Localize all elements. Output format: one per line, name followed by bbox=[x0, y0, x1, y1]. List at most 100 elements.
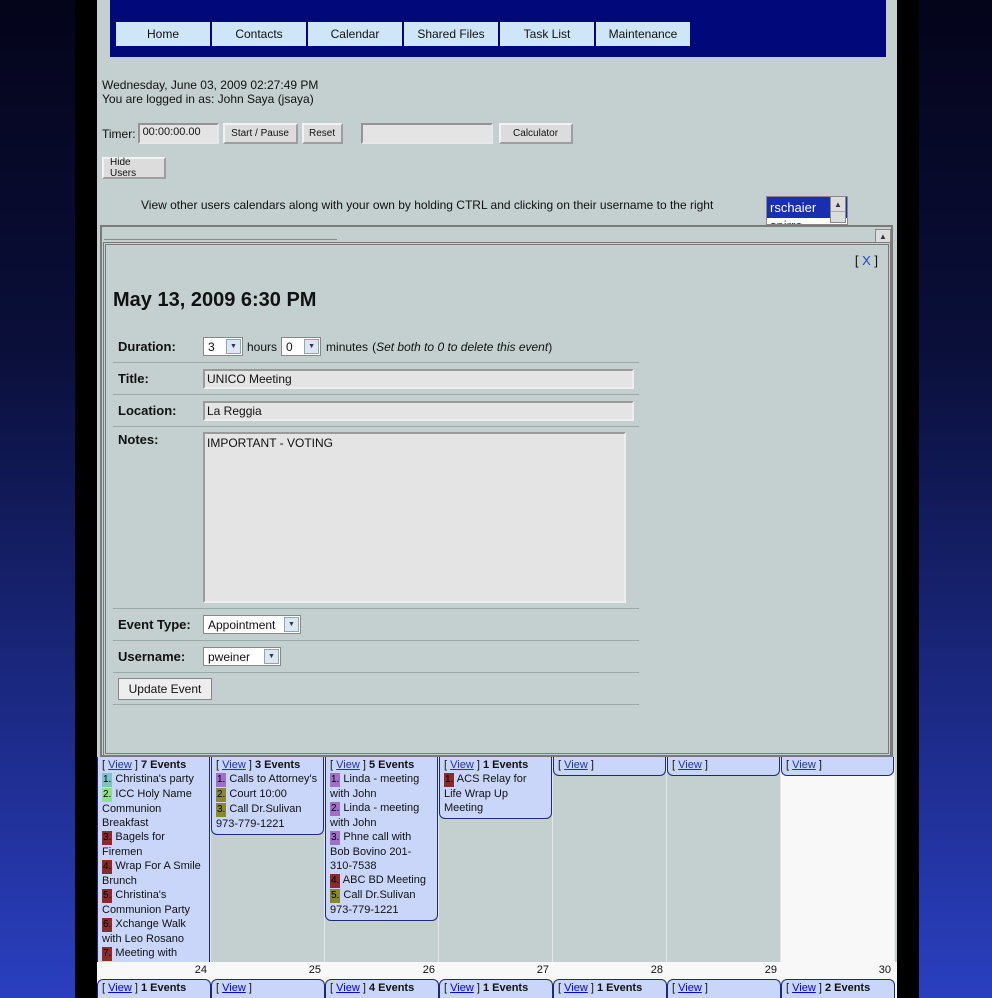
user-list-scrollbar[interactable]: ▲ bbox=[830, 196, 846, 223]
day-cell: [ View ] 7 Events 1. Christina's party 2… bbox=[97, 757, 211, 979]
list-item[interactable]: 5. Christina's Communion Party bbox=[102, 888, 205, 917]
scroll-up-icon[interactable]: ▲ bbox=[831, 197, 845, 212]
list-item[interactable]: 4. Wrap For A Smile Brunch bbox=[102, 859, 205, 888]
notes-label: Notes: bbox=[118, 432, 159, 447]
day-number: 28 bbox=[650, 964, 663, 976]
current-datetime: Wednesday, June 03, 2009 02:27:49 PM bbox=[102, 78, 319, 92]
view-day-link[interactable]: View bbox=[564, 759, 588, 771]
view-day-link[interactable]: View bbox=[564, 982, 588, 994]
nav-calendar[interactable]: Calendar bbox=[308, 22, 402, 46]
title-input[interactable]: UNICO Meeting bbox=[203, 368, 634, 389]
list-item[interactable]: 1. Christina's party bbox=[102, 772, 205, 787]
timer-field[interactable]: 00:00:00.00 bbox=[137, 123, 219, 144]
view-day-link[interactable]: View bbox=[336, 982, 360, 994]
minutes-select[interactable]: 0 ▼ bbox=[281, 337, 322, 356]
day-cell: [ View ] bbox=[553, 757, 667, 962]
day-events: [ View ] bbox=[781, 757, 894, 776]
event-count: 3 Events bbox=[254, 759, 301, 771]
event-count: 7 Events bbox=[140, 759, 187, 771]
nav-contacts[interactable]: Contacts bbox=[212, 22, 306, 46]
day-cell: [ View ] 3 Events 1. Calls to Attorney's… bbox=[211, 757, 325, 962]
start-pause-button[interactable]: Start / Pause bbox=[222, 123, 298, 144]
event-form: Duration: 3 ▼ hours 0 ▼ minutes (Set bot… bbox=[113, 331, 639, 705]
view-day-link[interactable]: View bbox=[450, 759, 474, 771]
list-item[interactable]: 3. Bagels for Firemen bbox=[102, 830, 205, 859]
list-item[interactable]: 2. ICC Holy Name Communion Breakfast bbox=[102, 787, 205, 830]
day-number: 27 bbox=[536, 964, 549, 976]
event-edit-panel: [ X ] May 13, 2009 6:30 PM Duration: 3 ▼… bbox=[103, 242, 891, 756]
list-item[interactable]: 1. ACS Relay for Life Wrap Up Meeting bbox=[444, 772, 547, 815]
chevron-down-icon: ▼ bbox=[264, 649, 279, 664]
day-events: [ View ] bbox=[667, 979, 781, 998]
view-others-instructions: View other users calendars along with yo… bbox=[141, 198, 714, 212]
hide-users-button[interactable]: Hide Users bbox=[102, 157, 166, 179]
view-day-link[interactable]: View bbox=[450, 982, 474, 994]
view-day-link[interactable]: View bbox=[678, 759, 702, 771]
list-item[interactable]: 5. Call Dr.Sulivan 973-779-1221 bbox=[330, 888, 433, 917]
event-type-select[interactable]: Appointment ▼ bbox=[203, 615, 301, 634]
list-item[interactable]: 1. Linda - meeting with John bbox=[330, 772, 433, 801]
day-number: 29 bbox=[764, 964, 777, 976]
nav-maintenance[interactable]: Maintenance bbox=[596, 22, 690, 46]
day-cell: [ View ] 5 Events 1. Linda - meeting wit… bbox=[325, 757, 439, 962]
view-day-link[interactable]: View bbox=[792, 759, 816, 771]
close-control: [ X ] bbox=[854, 253, 878, 268]
page-content: Home Contacts Calendar Shared Files Task… bbox=[97, 0, 897, 998]
duration-row: Duration: 3 ▼ hours 0 ▼ minutes (Set bot… bbox=[113, 331, 639, 363]
view-day-link[interactable]: View bbox=[108, 759, 132, 771]
list-item[interactable]: 6. Xchange Walk with Leo Rosano bbox=[102, 917, 205, 946]
day-events: [ View ] 1 Events 1. ACS Relay for Life … bbox=[439, 757, 552, 819]
day-events: [ View ] 4 Events bbox=[325, 979, 439, 998]
frame-scroll-up-icon[interactable]: ▲ bbox=[875, 229, 891, 243]
nav-home[interactable]: Home bbox=[116, 22, 210, 46]
day-cell: [ View ] 1 Events 1. ACS Relay for Life … bbox=[439, 757, 553, 962]
event-title-heading: May 13, 2009 6:30 PM bbox=[113, 289, 317, 311]
list-item[interactable]: 2. Court 10:00 bbox=[216, 787, 319, 802]
event-count: 5 Events bbox=[368, 759, 415, 771]
left-frame-strip bbox=[75, 0, 97, 998]
username-label: Username: bbox=[118, 649, 186, 664]
day-cell: [ View ] bbox=[781, 757, 895, 962]
notes-textarea[interactable]: IMPORTANT - VOTING bbox=[203, 432, 626, 603]
main-nav: Home Contacts Calendar Shared Files Task… bbox=[116, 22, 690, 46]
list-item[interactable]: 2. Linda - meeting with John bbox=[330, 801, 433, 830]
delete-hint: (Set both to 0 to delete this event) bbox=[372, 339, 553, 354]
day-number: 24 bbox=[194, 964, 207, 976]
day-events: [ View ] 1 Events bbox=[97, 979, 211, 998]
nav-shared-files[interactable]: Shared Files bbox=[404, 22, 498, 46]
divider bbox=[104, 239, 337, 240]
list-item[interactable]: 4. ABC BD Meeting bbox=[330, 873, 433, 888]
view-day-link[interactable]: View bbox=[222, 759, 246, 771]
title-row: Title: UNICO Meeting bbox=[113, 363, 639, 395]
view-day-link[interactable]: View bbox=[336, 759, 360, 771]
list-item[interactable]: 3. Phne call with Bob Bovino 201-310-753… bbox=[330, 830, 433, 873]
view-day-link[interactable]: View bbox=[222, 982, 246, 994]
close-link[interactable]: X bbox=[862, 253, 871, 268]
nav-task-list[interactable]: Task List bbox=[500, 22, 594, 46]
view-day-link[interactable]: View bbox=[108, 982, 132, 994]
view-day-link[interactable]: View bbox=[792, 982, 816, 994]
hours-select[interactable]: 3 ▼ bbox=[203, 337, 243, 356]
duration-label: Duration: bbox=[118, 339, 176, 354]
chevron-down-icon: ▼ bbox=[284, 617, 299, 632]
reset-button[interactable]: Reset bbox=[301, 123, 343, 144]
day-events: [ View ] 1 Events bbox=[439, 979, 553, 998]
calculator-button[interactable]: Calculator bbox=[498, 123, 573, 144]
notes-row: Notes: IMPORTANT - VOTING bbox=[113, 427, 639, 609]
chevron-down-icon: ▼ bbox=[304, 339, 320, 354]
timer-label: Timer: bbox=[102, 126, 136, 141]
day-events: [ View ] bbox=[211, 979, 325, 998]
location-label: Location: bbox=[118, 403, 177, 418]
view-day-link[interactable]: View bbox=[678, 982, 702, 994]
update-event-button[interactable]: Update Event bbox=[118, 677, 212, 700]
session-info: Wednesday, June 03, 2009 02:27:49 PM You… bbox=[102, 78, 318, 106]
list-item[interactable]: 1. Calls to Attorney's bbox=[216, 772, 319, 787]
calculator-input[interactable] bbox=[360, 123, 493, 144]
list-item[interactable]: 3. Call Dr.Sulivan 973-779-1221 bbox=[216, 802, 319, 831]
username-row: Username: pweiner ▼ bbox=[113, 641, 639, 673]
day-events: [ View ] bbox=[553, 757, 666, 776]
username-select[interactable]: pweiner ▼ bbox=[203, 647, 281, 666]
location-row: Location: La Reggia bbox=[113, 395, 639, 427]
location-input[interactable]: La Reggia bbox=[203, 400, 634, 421]
chevron-down-icon: ▼ bbox=[226, 339, 241, 354]
